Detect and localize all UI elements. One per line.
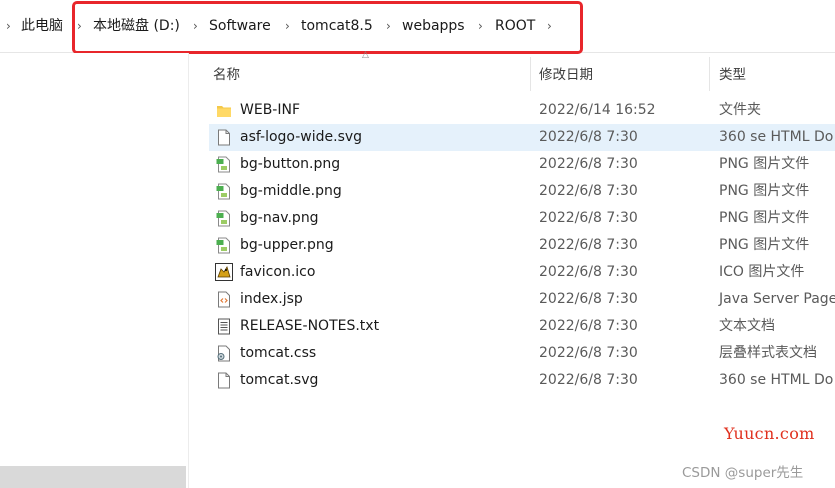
document-icon	[216, 129, 232, 146]
chevron-right-icon[interactable]: ›	[77, 16, 82, 36]
chevron-right-icon[interactable]: ›	[285, 16, 290, 36]
file-modified: 2022/6/8 7:30	[539, 264, 638, 280]
file-modified: 2022/6/8 7:30	[539, 129, 638, 145]
file-name: tomcat.css	[240, 345, 317, 361]
file-name: bg-button.png	[240, 156, 341, 172]
file-type: 文本文档	[719, 318, 775, 334]
chevron-right-icon[interactable]: ›	[386, 16, 391, 36]
file-modified: 2022/6/8 7:30	[539, 372, 638, 388]
file-type: 360 se HTML Do	[719, 129, 834, 145]
file-type: 360 se HTML Do	[719, 372, 834, 388]
file-name: bg-middle.png	[240, 183, 342, 199]
file-modified: 2022/6/8 7:30	[539, 237, 638, 253]
file-row[interactable]: index.jsp 2022/6/8 7:30 Java Server Page	[188, 286, 835, 313]
file-row[interactable]: favicon.ico 2022/6/8 7:30 ICO 图片文件	[188, 259, 835, 286]
chevron-right-icon[interactable]: ›	[193, 16, 198, 36]
address-bar[interactable]: › 此电脑 › 本地磁盘 (D:) › Software › tomcat8.5…	[0, 0, 835, 54]
file-modified: 2022/6/8 7:30	[539, 156, 638, 172]
file-list: WEB-INF 2022/6/14 16:52 文件夹 asf-logo-wid…	[188, 97, 835, 394]
chevron-right-icon[interactable]: ›	[547, 16, 552, 36]
column-header: △ 名称 修改日期 类型	[188, 50, 835, 93]
file-type: 层叠样式表文档	[719, 345, 817, 361]
file-name: asf-logo-wide.svg	[240, 129, 363, 145]
breadcrumb-item-tomcat[interactable]: tomcat8.5	[301, 16, 373, 36]
breadcrumb-item-this-pc[interactable]: 此电脑	[21, 16, 63, 36]
column-header-name[interactable]: 名称	[213, 63, 240, 83]
file-type: Java Server Page	[719, 291, 835, 307]
column-divider[interactable]	[530, 57, 531, 91]
file-row[interactable]: tomcat.css 2022/6/8 7:30 层叠样式表文档	[188, 340, 835, 367]
tomcat-logo-icon	[215, 263, 233, 281]
text-file-icon	[216, 318, 232, 335]
column-header-type[interactable]: 类型	[719, 63, 746, 83]
watermark-author: CSDN @super先生	[682, 465, 804, 481]
css-file-icon	[216, 345, 232, 362]
file-type: PNG 图片文件	[719, 183, 810, 199]
file-name: index.jsp	[240, 291, 303, 307]
chevron-right-icon[interactable]: ›	[6, 16, 11, 36]
document-icon	[216, 372, 232, 389]
code-file-icon	[216, 291, 232, 308]
file-row[interactable]: RELEASE-NOTES.txt 2022/6/8 7:30 文本文档	[188, 313, 835, 340]
file-name: WEB-INF	[240, 102, 300, 118]
file-modified: 2022/6/8 7:30	[539, 183, 638, 199]
file-row[interactable]: WEB-INF 2022/6/14 16:52 文件夹	[188, 97, 835, 124]
file-modified: 2022/6/8 7:30	[539, 291, 638, 307]
file-row[interactable]: bg-upper.png 2022/6/8 7:30 PNG 图片文件	[188, 232, 835, 259]
folder-icon	[216, 102, 232, 119]
horizontal-scrollbar[interactable]	[0, 466, 186, 488]
file-modified: 2022/6/8 7:30	[539, 318, 638, 334]
file-type: 文件夹	[719, 102, 761, 118]
navigation-pane[interactable]	[0, 53, 189, 488]
column-divider[interactable]	[709, 57, 710, 91]
file-name: RELEASE-NOTES.txt	[240, 318, 380, 334]
file-name: bg-nav.png	[240, 210, 319, 226]
file-type: PNG 图片文件	[719, 156, 810, 172]
file-name: tomcat.svg	[240, 372, 319, 388]
file-row[interactable]: bg-middle.png 2022/6/8 7:30 PNG 图片文件	[188, 178, 835, 205]
chevron-right-icon[interactable]: ›	[478, 16, 483, 36]
breadcrumb-item-webapps[interactable]: webapps	[402, 16, 465, 36]
file-row[interactable]: asf-logo-wide.svg 2022/6/8 7:30 360 se H…	[188, 124, 835, 151]
watermark-site: Yuucn.com	[724, 424, 815, 443]
file-type: PNG 图片文件	[719, 237, 810, 253]
file-modified: 2022/6/8 7:30	[539, 210, 638, 226]
file-type: ICO 图片文件	[719, 264, 805, 280]
file-modified: 2022/6/14 16:52	[539, 102, 656, 118]
breadcrumb-item-software[interactable]: Software	[209, 16, 271, 36]
file-modified: 2022/6/8 7:30	[539, 345, 638, 361]
file-type: PNG 图片文件	[719, 210, 810, 226]
file-row[interactable]: bg-nav.png 2022/6/8 7:30 PNG 图片文件	[188, 205, 835, 232]
sort-up-icon: △	[362, 50, 369, 60]
file-name: favicon.ico	[240, 264, 316, 280]
file-name: bg-upper.png	[240, 237, 334, 253]
breadcrumb-item-local-disk[interactable]: 本地磁盘 (D:)	[93, 16, 180, 36]
image-file-icon	[216, 210, 232, 227]
image-file-icon	[216, 237, 232, 254]
file-row[interactable]: bg-button.png 2022/6/8 7:30 PNG 图片文件	[188, 151, 835, 178]
file-row[interactable]: tomcat.svg 2022/6/8 7:30 360 se HTML Do	[188, 367, 835, 394]
breadcrumb-item-root[interactable]: ROOT	[495, 16, 535, 36]
image-file-icon	[216, 183, 232, 200]
image-file-icon	[216, 156, 232, 173]
column-header-modified[interactable]: 修改日期	[539, 63, 593, 83]
